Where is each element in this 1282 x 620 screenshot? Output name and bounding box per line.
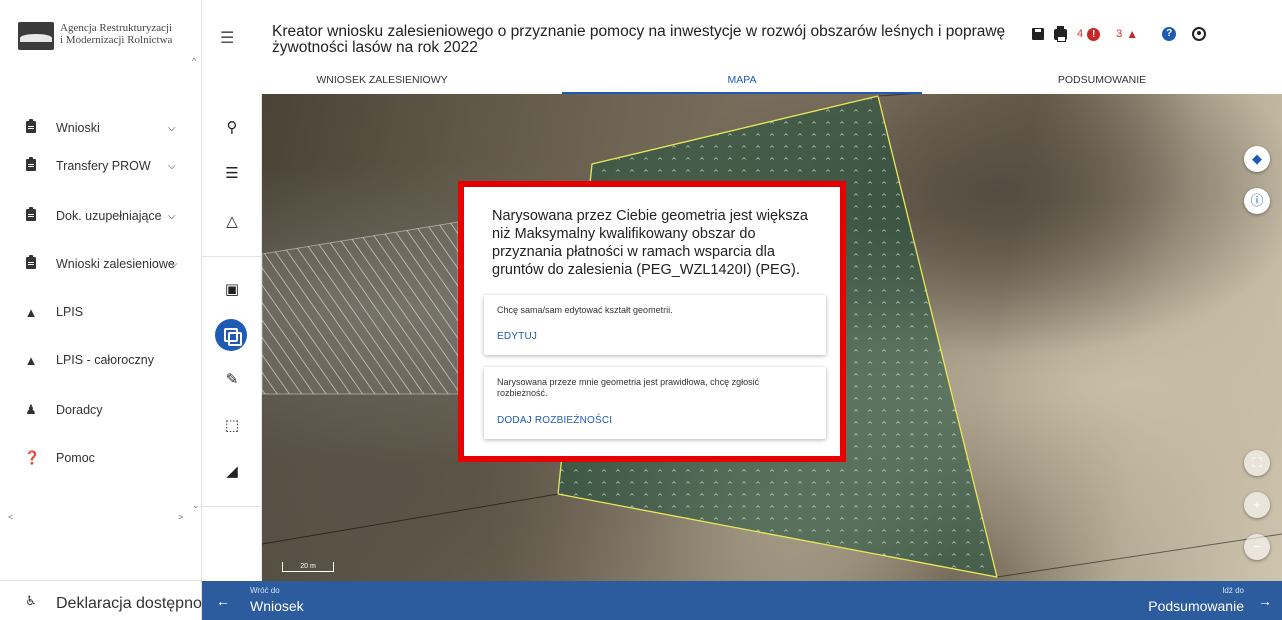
sidebar-item-doradcy[interactable]: ♟ Doradcy xyxy=(0,398,200,422)
alerts-button[interactable]: 4 ! xyxy=(1077,27,1101,41)
wizard-nav-bar: ← Wróć do Wniosek Idź do Podsumowanie → xyxy=(202,581,1282,620)
sidebar: Agencja Restrukturyzacji i Modernizacji … xyxy=(0,0,221,620)
sidebar-item-label: Transfery PROW xyxy=(56,159,151,173)
terrain-icon: ▲ xyxy=(24,304,38,320)
dialog-message: Narysowana przez Ciebie geometria jest w… xyxy=(492,208,808,278)
chevron-down-icon: ⌵ xyxy=(170,258,178,270)
geometry-warning-dialog: Narysowana przez Ciebie geometria jest w… xyxy=(458,181,846,462)
sidebar-item-label: Doradcy xyxy=(56,403,103,417)
sidebar-item-label: Pomoc xyxy=(56,451,95,465)
back-button[interactable]: Wniosek xyxy=(250,598,304,614)
fullscreen-icon[interactable]: ⛶ xyxy=(1244,450,1270,476)
sidebar-item-label: Dok. uzupełniające xyxy=(56,209,162,223)
toolbar-divider xyxy=(202,256,262,257)
tab-wniosek-zalesieniowy[interactable]: WNIOSEK ZALESIENIOWY xyxy=(202,66,562,94)
chevron-down-icon: ⌵ xyxy=(168,210,176,222)
arimr-logo-icon xyxy=(18,22,54,50)
org-name-line1: Agencja Restrukturyzacji xyxy=(60,22,173,34)
layers-list-icon[interactable]: ☰ xyxy=(218,164,246,188)
hamburger-menu-icon[interactable]: ☰ xyxy=(220,28,234,48)
sidebar-item-lpis-caloroczny[interactable]: ▲ LPIS - całoroczny xyxy=(0,348,200,372)
arrow-left-icon[interactable]: ← xyxy=(216,593,230,609)
scroll-right-icon[interactable]: > xyxy=(178,512,183,522)
accessibility-icon: ♿ xyxy=(25,593,37,608)
clipboard-icon xyxy=(24,156,38,174)
map-scale-bar: 20 m xyxy=(282,562,334,572)
clipboard-icon xyxy=(24,206,38,224)
scroll-down-icon[interactable]: ⌄ xyxy=(192,500,200,511)
next-caption[interactable]: Idź do xyxy=(1222,586,1244,595)
arimr-logo[interactable]: Agencja Restrukturyzacji i Modernizacji … xyxy=(18,22,203,62)
chevron-down-icon: ⌵ xyxy=(168,160,176,172)
terrain-icon: ▲ xyxy=(24,352,38,368)
sidebar-item-wnioski-zalesieniowe[interactable]: Wnioski zalesieniowe ⌵ xyxy=(0,252,200,276)
edit-button[interactable]: EDYTUJ xyxy=(497,331,537,342)
measure-icon[interactable]: ◢ xyxy=(218,462,246,486)
print-icon[interactable] xyxy=(1054,25,1067,42)
parcel-boundary-line xyxy=(877,94,916,97)
sidebar-item-dok-uzupelniajace[interactable]: Dok. uzupełniające ⌵ xyxy=(0,204,200,228)
parcel-boundary-line xyxy=(996,533,1282,578)
back-caption[interactable]: Wróć do xyxy=(250,586,280,595)
info-icon[interactable]: ⓘ xyxy=(1244,188,1270,214)
toolbar-divider xyxy=(202,506,262,507)
header-actions: 4 ! 3 ▲ ? xyxy=(1032,25,1216,42)
clipboard-icon xyxy=(24,118,38,136)
org-name: Agencja Restrukturyzacji i Modernizacji … xyxy=(60,22,190,46)
search-icon[interactable]: ⚲ xyxy=(218,118,246,142)
edit-option-card: Chcę sama/sam edytować kształt geometrii… xyxy=(484,295,826,355)
pencil-icon[interactable]: ✎ xyxy=(218,370,246,394)
chevron-down-icon: ⌵ xyxy=(168,122,176,134)
copy-geometry-icon[interactable] xyxy=(215,319,247,351)
rectangle-select-icon[interactable]: ⬚ xyxy=(218,416,246,440)
person-icon: ♟ xyxy=(25,402,37,417)
sidebar-item-wnioski[interactable]: Wnioski ⌵ xyxy=(0,116,200,140)
accessibility-label: Deklaracja dostępności xyxy=(56,595,222,612)
zoom-in-icon[interactable]: + xyxy=(1244,492,1270,518)
notifications-count: 3 xyxy=(1116,28,1123,40)
sidebar-horizontal-scrollbar[interactable]: < > xyxy=(0,512,200,526)
add-discrepancy-button[interactable]: DODAJ ROZBIEŻNOŚCI xyxy=(497,415,612,426)
save-icon[interactable] xyxy=(1032,28,1044,40)
sidebar-item-label: Wnioski zalesieniowe xyxy=(56,257,175,271)
select-area-icon[interactable]: ▣ xyxy=(218,280,246,304)
help-icon[interactable]: ? xyxy=(1162,27,1177,41)
edit-option-text: Chcę sama/sam edytować kształt geometrii… xyxy=(497,305,673,315)
layers-icon[interactable]: ◆ xyxy=(1244,146,1270,172)
user-account-icon[interactable] xyxy=(1192,27,1207,41)
tab-podsumowanie[interactable]: PODSUMOWANIE xyxy=(922,66,1282,94)
accessibility-declaration-link[interactable]: ♿ Deklaracja dostępności xyxy=(0,580,221,620)
discrepancy-option-card: Narysowana przeze mnie geometria jest pr… xyxy=(484,367,826,439)
tab-bar: WNIOSEK ZALESIENIOWY MAPA PODSUMOWANIE xyxy=(202,66,1282,94)
tab-mapa[interactable]: MAPA xyxy=(562,66,922,94)
scroll-left-icon[interactable]: < xyxy=(8,512,13,522)
sidebar-item-transfery-prow[interactable]: Transfery PROW ⌵ xyxy=(0,154,200,178)
alerts-count: 4 xyxy=(1077,28,1084,40)
zoom-out-icon[interactable]: − xyxy=(1244,534,1270,560)
sidebar-item-label: LPIS xyxy=(56,305,84,319)
help-circle-icon: ❓ xyxy=(24,450,41,465)
arrow-right-icon[interactable]: → xyxy=(1258,593,1272,609)
discrepancy-option-text: Narysowana przeze mnie geometria jest pr… xyxy=(497,377,760,398)
alert-icon: ! xyxy=(1087,27,1101,41)
next-button[interactable]: Podsumowanie xyxy=(1148,598,1244,614)
sidebar-item-label: Wnioski xyxy=(56,121,100,135)
sidebar-item-pomoc[interactable]: ❓ Pomoc xyxy=(0,446,200,470)
sidebar-item-lpis[interactable]: ▲ LPIS xyxy=(0,300,200,324)
hatched-parcel xyxy=(262,221,459,395)
parcel-boundary-line xyxy=(262,493,559,545)
map-toolbar: ⚲ ☰ △ ▣ ✎ ⬚ ◢ xyxy=(202,94,262,581)
forest-icon[interactable]: △ xyxy=(218,212,246,236)
sidebar-item-label: LPIS - całoroczny xyxy=(56,353,154,367)
bell-icon: ▲ xyxy=(1126,27,1139,41)
scroll-up-icon[interactable]: ^ xyxy=(192,56,196,66)
clipboard-icon xyxy=(24,254,38,272)
header: ☰ Kreator wniosku zalesieniowego o przyz… xyxy=(202,0,1282,94)
org-name-line2: i Modernizacji Rolnictwa xyxy=(60,34,173,46)
notifications-button[interactable]: 3 ▲ xyxy=(1116,27,1138,41)
page-title: Kreator wniosku zalesieniowego o przyzna… xyxy=(272,23,1006,56)
